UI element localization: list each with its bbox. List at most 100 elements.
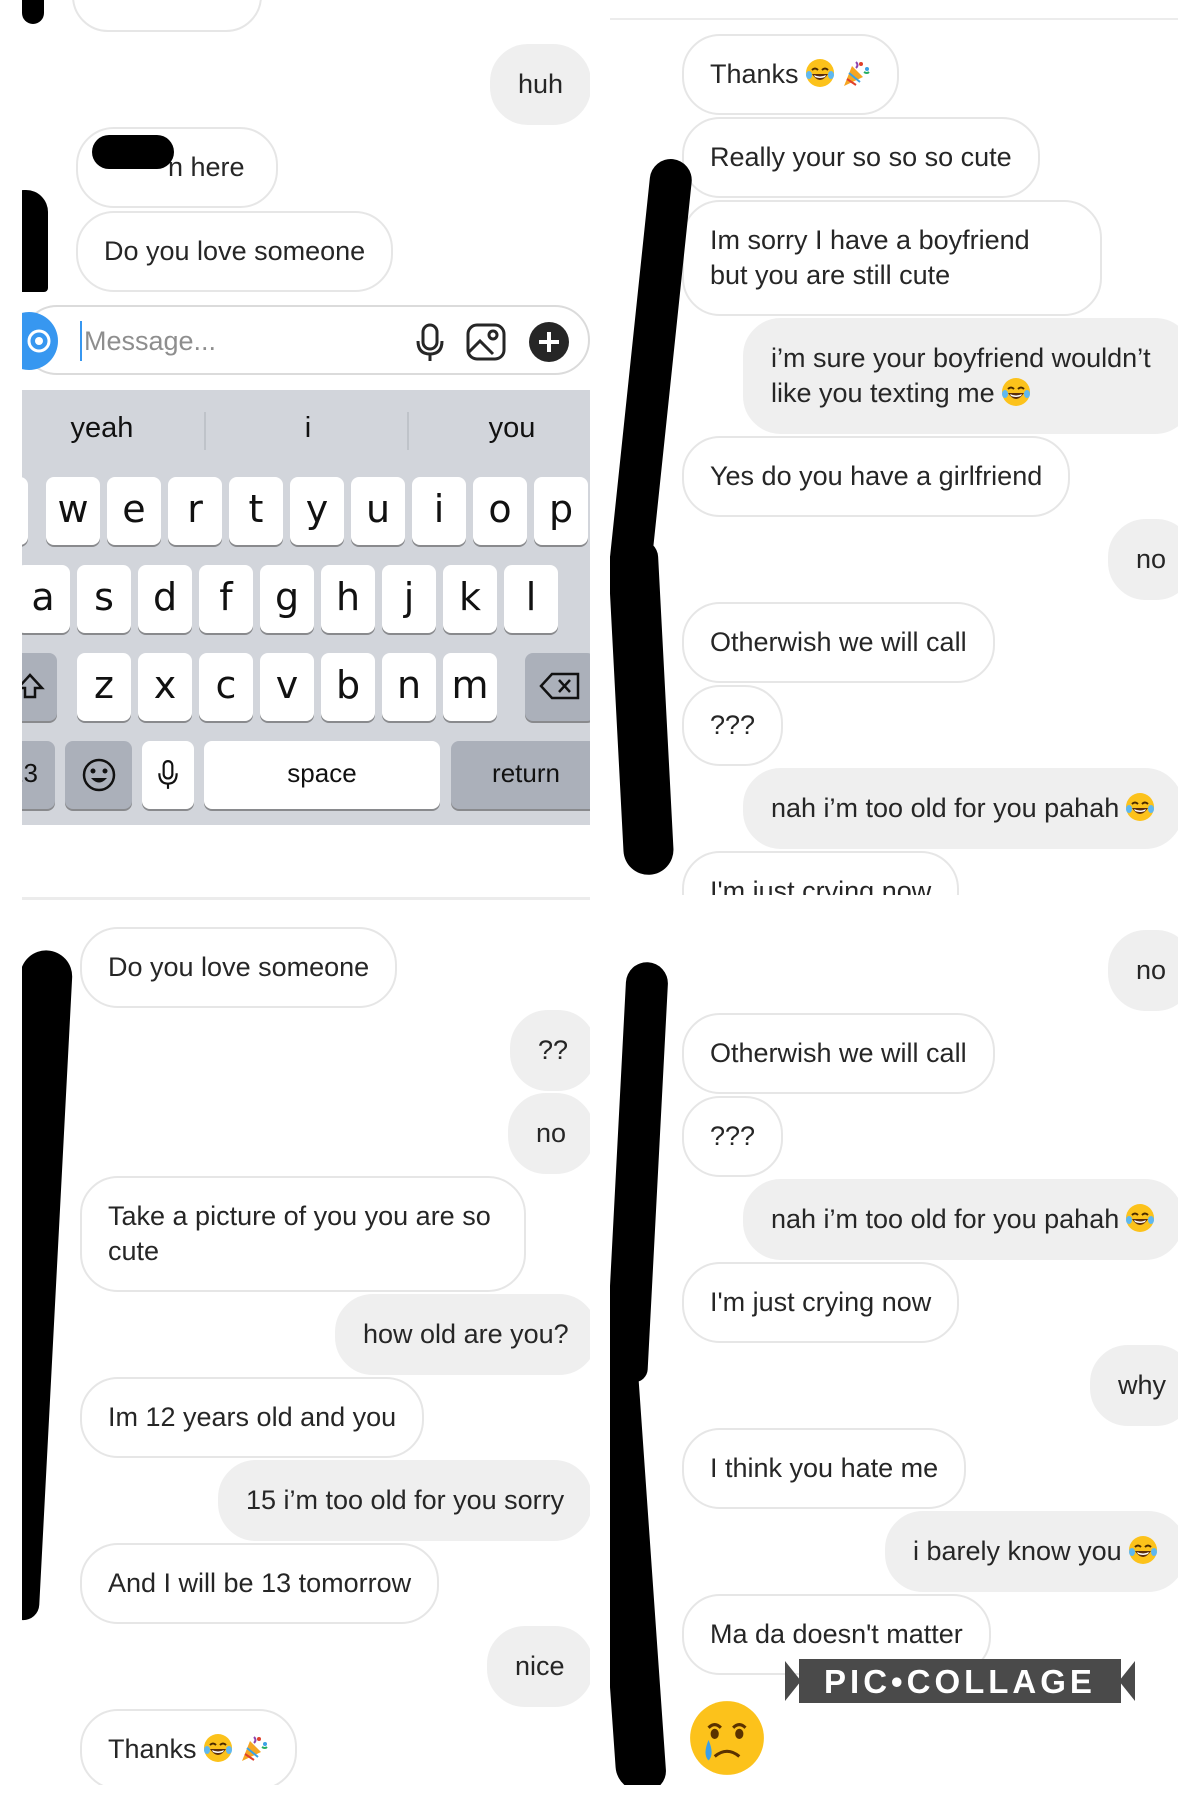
key-r[interactable]: r bbox=[168, 477, 222, 545]
message-question: ??? bbox=[682, 685, 784, 766]
party-popper-emoji-icon bbox=[841, 58, 871, 88]
key-t[interactable]: t bbox=[229, 477, 283, 545]
message-text: i barely know you bbox=[913, 1536, 1122, 1566]
redaction-mark bbox=[92, 135, 174, 169]
laughing-emoji-icon bbox=[805, 58, 835, 88]
key-x[interactable]: x bbox=[138, 653, 192, 721]
key-o[interactable]: o bbox=[473, 477, 527, 545]
dictation-key[interactable] bbox=[142, 741, 194, 809]
laughing-emoji-icon bbox=[1128, 1535, 1158, 1565]
suggestion-divider bbox=[204, 412, 206, 450]
key-f[interactable]: f bbox=[199, 565, 253, 633]
chat-panel-top-left: huh n here Do you love someone yeah i yo… bbox=[22, 0, 590, 895]
gallery-icon[interactable] bbox=[465, 321, 507, 363]
key-z[interactable]: z bbox=[77, 653, 131, 721]
key-u[interactable]: u bbox=[351, 477, 405, 545]
key-a[interactable]: a bbox=[22, 565, 70, 633]
key-c[interactable]: c bbox=[199, 653, 253, 721]
message-text: I'm just crying now bbox=[710, 876, 932, 895]
watermark-text: PIC•COLLAGE bbox=[824, 1663, 1096, 1700]
key-h[interactable]: h bbox=[321, 565, 375, 633]
message-input[interactable] bbox=[80, 321, 380, 361]
laughing-emoji-icon bbox=[1125, 1203, 1155, 1233]
message-13: And I will be 13 tomorrow bbox=[80, 1543, 440, 1624]
message-no: no bbox=[508, 1093, 590, 1174]
message-huh: huh bbox=[490, 44, 590, 125]
message-love: Do you love someone bbox=[76, 211, 394, 292]
suggestion-1[interactable]: yeah bbox=[22, 398, 197, 458]
redaction-mark bbox=[610, 961, 669, 1383]
message-call: Otherwish we will call bbox=[682, 1013, 995, 1094]
message-call: Otherwish we will call bbox=[682, 602, 995, 683]
message-15: 15 i’m too old for you sorry bbox=[218, 1460, 590, 1541]
shift-icon bbox=[22, 673, 45, 699]
message-too-old: nah i’m too old for you pahah bbox=[743, 1179, 1178, 1260]
message-bubble-partial-top bbox=[72, 0, 262, 32]
space-key[interactable]: space bbox=[204, 741, 440, 809]
message-text: nah i’m too old for you pahah bbox=[771, 793, 1120, 823]
message-barely: i barely know you bbox=[885, 1511, 1178, 1592]
suggestion-3[interactable]: you bbox=[417, 398, 590, 458]
key-y[interactable]: y bbox=[290, 477, 344, 545]
key-n[interactable]: n bbox=[382, 653, 436, 721]
key-m[interactable]: m bbox=[443, 653, 497, 721]
plus-icon[interactable] bbox=[528, 321, 570, 363]
camera-button[interactable] bbox=[22, 312, 58, 370]
redaction-mark bbox=[610, 156, 694, 580]
key-b[interactable]: b bbox=[321, 653, 375, 721]
shift-key[interactable] bbox=[22, 653, 57, 721]
message-no: no bbox=[1108, 519, 1178, 600]
key-e[interactable]: e bbox=[107, 477, 161, 545]
key-q[interactable] bbox=[22, 477, 28, 545]
key-l[interactable]: l bbox=[504, 565, 558, 633]
microphone-icon[interactable] bbox=[409, 321, 451, 363]
key-g[interactable]: g bbox=[260, 565, 314, 633]
message-no: no bbox=[1108, 930, 1178, 1011]
message-question: ??? bbox=[682, 1096, 784, 1177]
emoji-key[interactable] bbox=[65, 741, 132, 809]
message-picture: Take a picture of you you are so cute bbox=[80, 1176, 526, 1292]
message-text: nah i’m too old for you pahah bbox=[771, 1204, 1120, 1234]
message-sure: i’m sure your boyfriend wouldn’t like yo… bbox=[743, 318, 1178, 434]
redaction-mark bbox=[22, 0, 44, 24]
key-k[interactable]: k bbox=[443, 565, 497, 633]
key-w[interactable]: w bbox=[46, 477, 100, 545]
numbers-key[interactable]: 23 bbox=[22, 741, 55, 809]
message-girlfriend: Yes do you have a girlfriend bbox=[682, 436, 1071, 517]
redaction-mark bbox=[22, 190, 48, 292]
message-cute: Really your so so so cute bbox=[682, 117, 1040, 198]
message-text: Thanks bbox=[710, 59, 799, 89]
key-i[interactable]: i bbox=[412, 477, 466, 545]
microphone-icon bbox=[158, 760, 178, 789]
crying-face-emoji bbox=[690, 1701, 764, 1775]
chat-panel-top-right: Thanks Really your so so so cute Im sorr… bbox=[610, 0, 1178, 895]
panel-top-edge bbox=[610, 18, 1178, 20]
on-screen-keyboard: yeah i you w e r t y u i o p a s d f g h… bbox=[22, 390, 590, 825]
key-p[interactable]: p bbox=[534, 477, 588, 545]
message-love: Do you love someone bbox=[80, 927, 398, 1008]
laughing-emoji-icon bbox=[1001, 377, 1031, 407]
delete-key[interactable] bbox=[525, 653, 590, 721]
message-text: Thanks bbox=[108, 1734, 197, 1764]
suggestion-divider bbox=[407, 412, 409, 450]
redaction-mark bbox=[610, 1350, 668, 1785]
return-key[interactable]: return bbox=[451, 741, 590, 809]
message-nice: nice bbox=[487, 1626, 590, 1707]
message-how-old: how old are you? bbox=[335, 1294, 590, 1375]
emoji-icon bbox=[82, 758, 115, 792]
message-crying-partial: I'm just crying now bbox=[682, 851, 960, 895]
panel-separator bbox=[22, 897, 590, 900]
message-thanks: Thanks bbox=[682, 34, 899, 115]
message-crying: I'm just crying now bbox=[682, 1262, 960, 1343]
key-d[interactable]: d bbox=[138, 565, 192, 633]
backspace-icon bbox=[539, 672, 580, 700]
suggestion-2[interactable]: i bbox=[213, 398, 403, 458]
key-j[interactable]: j bbox=[382, 565, 436, 633]
key-s[interactable]: s bbox=[77, 565, 131, 633]
key-v[interactable]: v bbox=[260, 653, 314, 721]
message-sorry: Im sorry I have a boyfriend but you are … bbox=[682, 200, 1102, 316]
laughing-emoji-icon bbox=[203, 1733, 233, 1763]
chat-panel-bottom-left: Do you love someone ?? no Take a picture… bbox=[22, 912, 590, 1785]
camera-icon bbox=[24, 326, 54, 356]
message-composer bbox=[22, 305, 590, 375]
